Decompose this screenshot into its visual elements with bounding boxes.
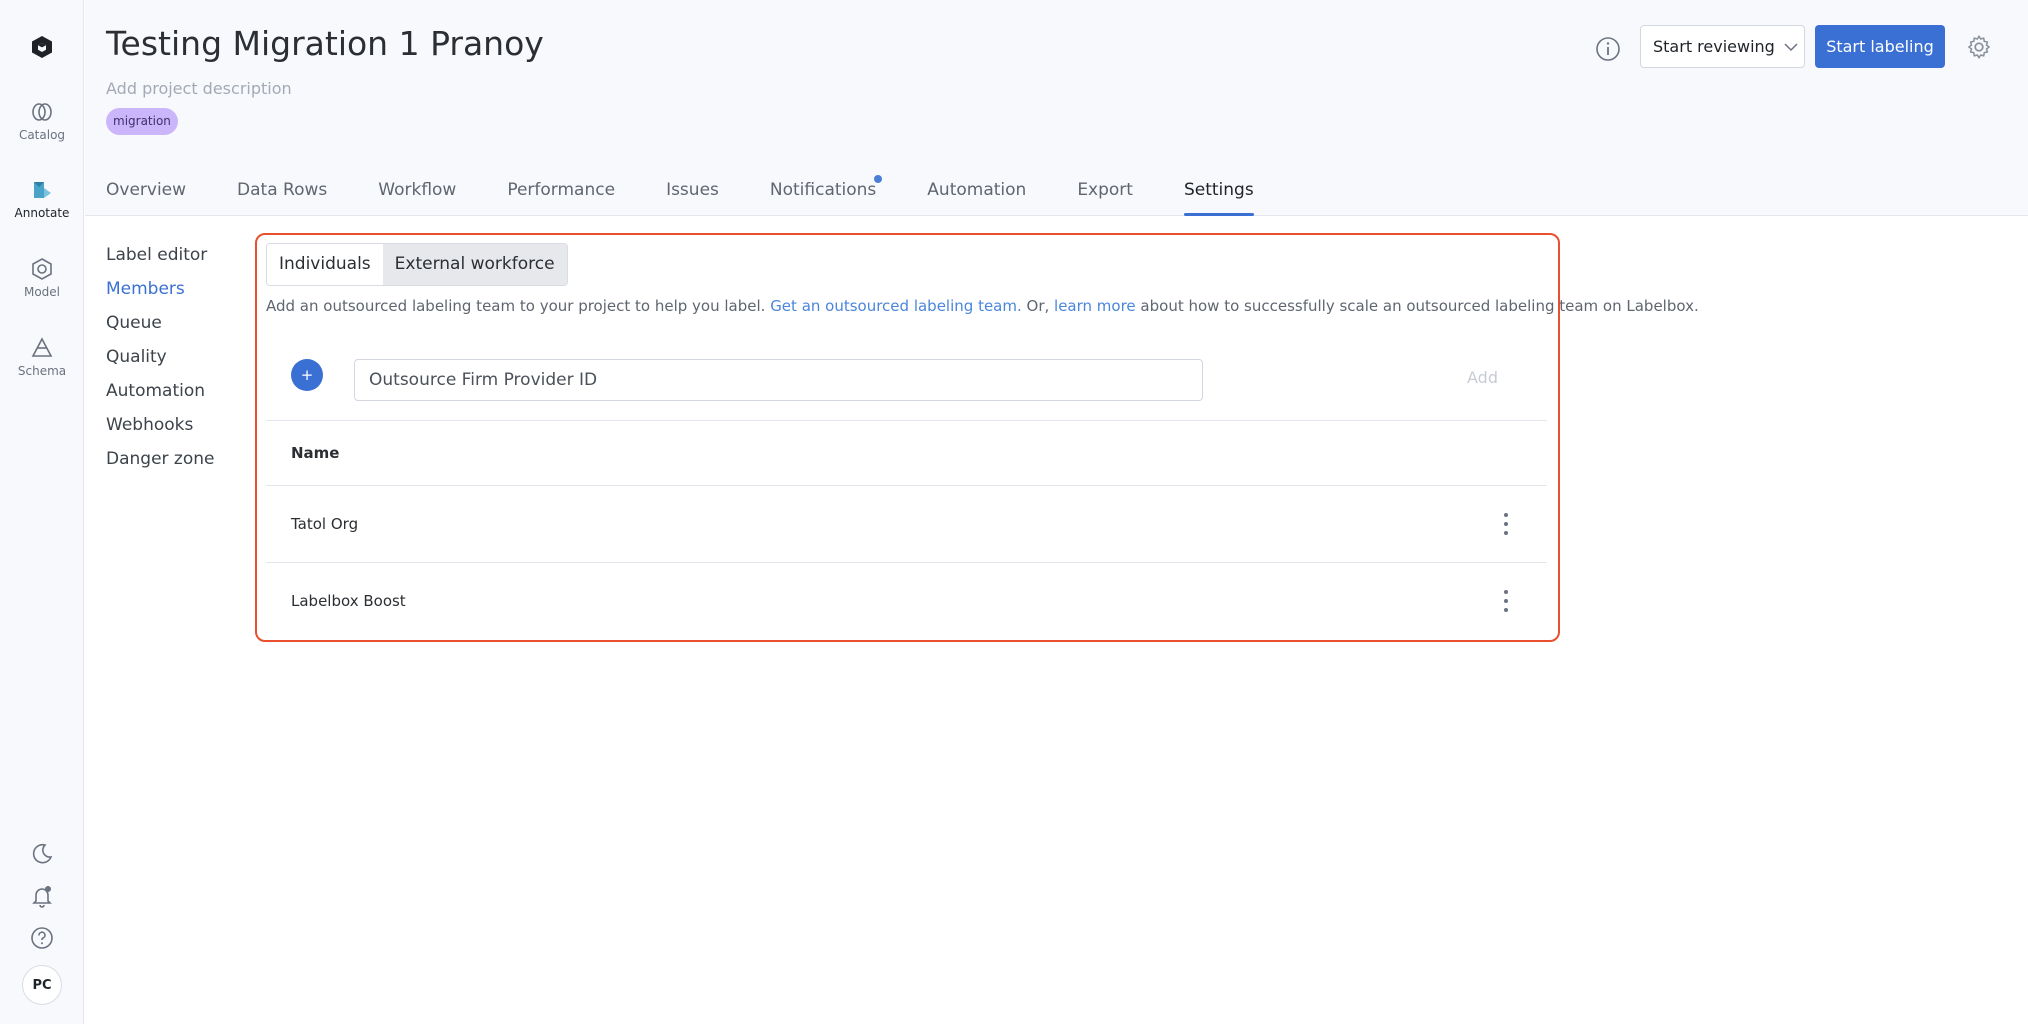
members-panel: Individuals External workforce Add an ou… [255,233,1699,642]
rail-item-label: Model [23,285,61,299]
settings-nav-members[interactable]: Members [106,277,214,311]
table-header: Name [266,420,1547,485]
name-column-header: Name [291,444,340,462]
settings-nav-quality[interactable]: Quality [106,345,214,379]
tab-issues[interactable]: Issues [666,180,719,216]
rail-item-label: Annotate [14,206,70,220]
member-type-toggle: Individuals External workforce [266,243,568,286]
labelbox-logo-icon[interactable] [29,34,55,60]
help-icon [31,927,53,949]
table-row: Labelbox Boost [266,562,1547,639]
tab-data-rows[interactable]: Data Rows [237,180,327,216]
settings-nav-automation[interactable]: Automation [106,379,214,413]
rail-item-schema[interactable]: Schema [0,336,84,378]
external-workforce-tab[interactable]: External workforce [382,244,567,285]
external-workforce-help: Add an outsourced labeling team to your … [266,297,1699,315]
row-name: Tatol Org [291,515,359,533]
tab-workflow[interactable]: Workflow [378,180,456,216]
learn-more-link[interactable]: learn more [1054,297,1136,315]
row-menu-icon[interactable] [1503,513,1509,535]
start-reviewing-label: Start reviewing [1653,37,1775,56]
help-button[interactable] [0,926,84,950]
dark-mode-toggle[interactable] [0,842,84,866]
tab-notifications-label: Notifications [769,180,877,200]
settings-nav-queue[interactable]: Queue [106,311,214,345]
catalog-icon [32,103,52,121]
settings-nav: Label editor Members Queue Quality Autom… [106,243,214,481]
left-rail: Catalog Annotate Model Schema PC [0,0,84,1024]
tab-export[interactable]: Export [1077,180,1133,216]
settings-nav-label-editor[interactable]: Label editor [106,243,214,277]
page-title: Testing Migration 1 Pranoy [106,24,544,63]
individuals-tab[interactable]: Individuals [267,244,383,285]
project-header: Testing Migration 1 Pranoy Add project d… [85,0,2028,216]
start-labeling-button[interactable]: Start labeling [1815,25,1945,68]
notifications-button[interactable] [0,884,84,908]
add-provider-plus-button[interactable]: + [291,359,323,391]
get-outsourced-team-link[interactable]: Get an outsourced labeling team. [770,297,1022,315]
schema-icon [31,337,53,357]
tab-notifications[interactable]: Notifications [769,175,883,216]
project-tag: migration [106,108,178,135]
start-reviewing-dropdown[interactable]: Start reviewing [1640,25,1805,68]
settings-nav-danger-zone[interactable]: Danger zone [106,447,214,481]
help-text-after: about how to successfully scale an outso… [1135,297,1699,315]
chevron-down-icon [1784,42,1798,51]
tab-performance[interactable]: Performance [507,180,615,216]
rail-item-label: Catalog [18,128,66,142]
gear-icon[interactable] [1966,34,1992,60]
rail-item-label: Schema [17,364,67,378]
help-text-before: Add an outsourced labeling team to your … [266,297,771,315]
annotate-icon [34,182,51,198]
rail-item-model[interactable]: Model [0,257,84,299]
row-menu-icon[interactable] [1503,590,1509,612]
moon-icon [32,843,53,864]
tab-automation[interactable]: Automation [927,180,1026,216]
notification-dot [874,175,883,183]
help-text-middle: Or, [1021,297,1055,315]
rail-item-catalog[interactable]: Catalog [0,100,84,142]
tab-settings[interactable]: Settings [1183,180,1254,216]
bell-icon [32,886,52,908]
info-icon[interactable] [1595,36,1621,62]
avatar[interactable]: PC [22,965,62,1005]
model-icon [32,258,52,280]
table-row: Tatol Org [266,485,1547,562]
settings-nav-webhooks[interactable]: Webhooks [106,413,214,447]
add-button[interactable]: Add [1467,368,1498,387]
row-name: Labelbox Boost [291,592,406,610]
project-tabs: Overview Data Rows Workflow Performance … [106,175,1305,216]
provider-id-input[interactable] [354,359,1203,401]
rail-item-annotate[interactable]: Annotate [0,178,84,220]
tab-overview[interactable]: Overview [106,180,186,216]
workforce-table: Name Tatol Org Labelbox Boost [266,420,1547,639]
project-description[interactable]: Add project description [106,79,292,98]
